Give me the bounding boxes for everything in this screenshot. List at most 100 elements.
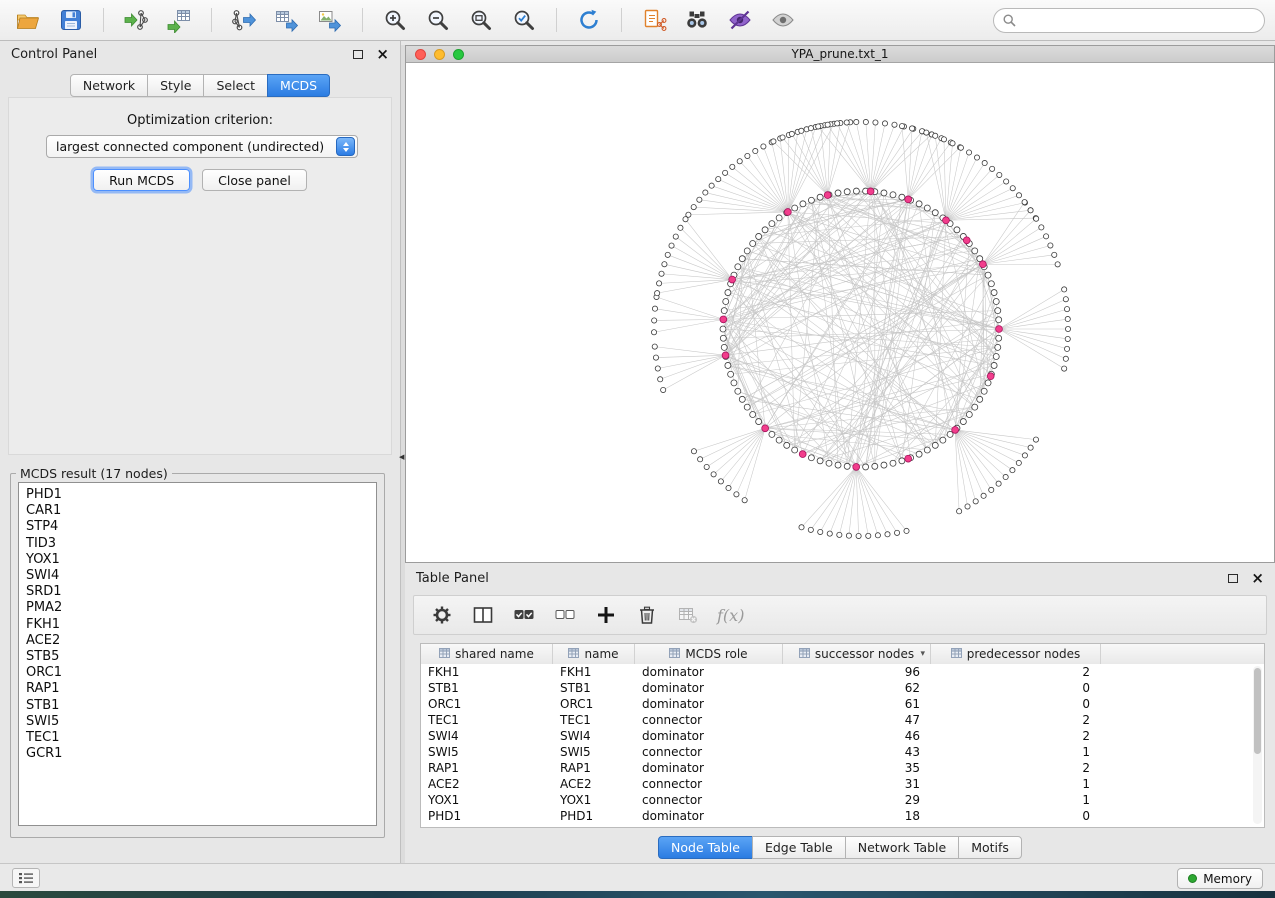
cell-mcds_role[interactable]: connector — [635, 744, 783, 760]
refresh-button[interactable] — [571, 5, 607, 36]
cell-predecessor_nodes[interactable]: 2 — [931, 664, 1101, 680]
mcds-result-item[interactable]: ORC1 — [26, 665, 369, 681]
cell-predecessor_nodes[interactable]: 0 — [931, 808, 1101, 824]
mcds-result-item[interactable]: STB5 — [26, 649, 369, 665]
cell-shared_name[interactable]: PHD1 — [421, 808, 553, 824]
cell-name[interactable]: PHD1 — [553, 808, 635, 824]
hide-details-button[interactable] — [722, 5, 758, 36]
cell-name[interactable]: ORC1 — [553, 696, 635, 712]
cell-name[interactable]: FKH1 — [553, 664, 635, 680]
cell-mcds_role[interactable]: connector — [635, 712, 783, 728]
cell-name[interactable]: STB1 — [553, 680, 635, 696]
cell-shared_name[interactable]: ACE2 — [421, 776, 553, 792]
import-network-button[interactable] — [118, 5, 154, 36]
cell-shared_name[interactable]: TEC1 — [421, 712, 553, 728]
cell-successor_nodes[interactable]: 31 — [783, 776, 931, 792]
close-table-panel-icon[interactable]: × — [1251, 571, 1264, 586]
cell-successor_nodes[interactable]: 61 — [783, 696, 931, 712]
tab-edge-table[interactable]: Edge Table — [752, 836, 846, 859]
cell-successor_nodes[interactable]: 96 — [783, 664, 931, 680]
cell-successor_nodes[interactable]: 43 — [783, 744, 931, 760]
cell-successor_nodes[interactable]: 62 — [783, 680, 931, 696]
export-network-button[interactable] — [226, 5, 262, 36]
table-row[interactable]: FKH1FKH1dominator962 — [421, 664, 1264, 680]
mcds-result-item[interactable]: SWI4 — [26, 568, 369, 584]
cell-shared_name[interactable]: RAP1 — [421, 760, 553, 776]
tab-mcds[interactable]: MCDS — [267, 74, 330, 97]
table-row[interactable]: YOX1YOX1connector291 — [421, 792, 1264, 808]
column-header-name[interactable]: name — [553, 644, 635, 664]
column-header-predecessor_nodes[interactable]: predecessor nodes — [931, 644, 1101, 664]
import-table-button[interactable] — [161, 5, 197, 36]
cell-predecessor_nodes[interactable]: 1 — [931, 776, 1101, 792]
maximize-window-button[interactable] — [453, 49, 464, 60]
memory-button[interactable]: Memory — [1177, 868, 1263, 889]
cell-successor_nodes[interactable]: 46 — [783, 728, 931, 744]
network-canvas[interactable] — [406, 63, 1274, 562]
cell-predecessor_nodes[interactable]: 2 — [931, 760, 1101, 776]
cell-mcds_role[interactable]: dominator — [635, 664, 783, 680]
column-header-successor_nodes[interactable]: successor nodes▾ — [783, 644, 931, 664]
column-header-mcds_role[interactable]: MCDS role — [635, 644, 783, 664]
add-column-button[interactable] — [594, 603, 618, 627]
delete-column-button[interactable] — [635, 603, 659, 627]
sort-indicator-icon[interactable]: ▾ — [920, 649, 925, 659]
mcds-result-item[interactable]: TEC1 — [26, 730, 369, 746]
mcds-result-item[interactable]: GCR1 — [26, 746, 369, 762]
cell-shared_name[interactable]: FKH1 — [421, 664, 553, 680]
tab-node-table[interactable]: Node Table — [658, 836, 753, 859]
table-scrollbar[interactable] — [1253, 666, 1262, 824]
mcds-result-item[interactable]: FKH1 — [26, 617, 369, 633]
cell-mcds_role[interactable]: dominator — [635, 680, 783, 696]
search-box[interactable] — [993, 8, 1265, 33]
cell-predecessor_nodes[interactable]: 2 — [931, 728, 1101, 744]
columns-button[interactable] — [471, 603, 495, 627]
cell-predecessor_nodes[interactable]: 0 — [931, 680, 1101, 696]
float-table-panel-icon[interactable] — [1228, 574, 1238, 583]
cell-successor_nodes[interactable]: 35 — [783, 760, 931, 776]
cell-shared_name[interactable]: SWI4 — [421, 728, 553, 744]
minimize-window-button[interactable] — [434, 49, 445, 60]
mcds-result-item[interactable]: SRD1 — [26, 584, 369, 600]
criterion-select[interactable]: largest connected component (undirected) — [46, 135, 358, 158]
cell-name[interactable]: ACE2 — [553, 776, 635, 792]
cell-predecessor_nodes[interactable]: 1 — [931, 792, 1101, 808]
scrollbar-thumb[interactable] — [1254, 668, 1261, 754]
cell-mcds_role[interactable]: dominator — [635, 760, 783, 776]
cell-shared_name[interactable]: ORC1 — [421, 696, 553, 712]
cell-shared_name[interactable]: SWI5 — [421, 744, 553, 760]
cell-predecessor_nodes[interactable]: 2 — [931, 712, 1101, 728]
table-row[interactable]: STB1STB1dominator620 — [421, 680, 1264, 696]
cell-mcds_role[interactable]: dominator — [635, 696, 783, 712]
cell-predecessor_nodes[interactable]: 1 — [931, 744, 1101, 760]
run-mcds-button[interactable]: Run MCDS — [93, 169, 190, 191]
cell-successor_nodes[interactable]: 47 — [783, 712, 931, 728]
cell-name[interactable]: TEC1 — [553, 712, 635, 728]
cell-predecessor_nodes[interactable]: 0 — [931, 696, 1101, 712]
cell-mcds_role[interactable]: connector — [635, 776, 783, 792]
mcds-result-item[interactable]: PMA2 — [26, 600, 369, 616]
cell-name[interactable]: SWI4 — [553, 728, 635, 744]
cell-mcds_role[interactable]: dominator — [635, 728, 783, 744]
tab-network[interactable]: Network — [70, 74, 148, 97]
search-input[interactable] — [1022, 13, 1255, 27]
close-panel-button[interactable]: Close panel — [202, 169, 307, 191]
mcds-result-item[interactable]: ACE2 — [26, 633, 369, 649]
function-builder-icon[interactable]: f(x) — [717, 606, 744, 625]
mcds-result-item[interactable]: TID3 — [26, 536, 369, 552]
mcds-result-item[interactable]: STB1 — [26, 698, 369, 714]
mcds-result-item[interactable]: STP4 — [26, 519, 369, 535]
table-row[interactable]: SWI4SWI4dominator462 — [421, 728, 1264, 744]
export-image-button[interactable] — [312, 5, 348, 36]
cell-name[interactable]: SWI5 — [553, 744, 635, 760]
cell-successor_nodes[interactable]: 29 — [783, 792, 931, 808]
clone-network-button[interactable] — [636, 5, 672, 36]
show-details-button[interactable] — [765, 5, 801, 36]
table-row[interactable]: ORC1ORC1dominator610 — [421, 696, 1264, 712]
open-file-button[interactable] — [10, 5, 46, 36]
float-panel-icon[interactable] — [353, 50, 363, 59]
mcds-result-item[interactable]: RAP1 — [26, 681, 369, 697]
tab-network-table[interactable]: Network Table — [845, 836, 960, 859]
tab-style[interactable]: Style — [147, 74, 204, 97]
close-window-button[interactable] — [415, 49, 426, 60]
